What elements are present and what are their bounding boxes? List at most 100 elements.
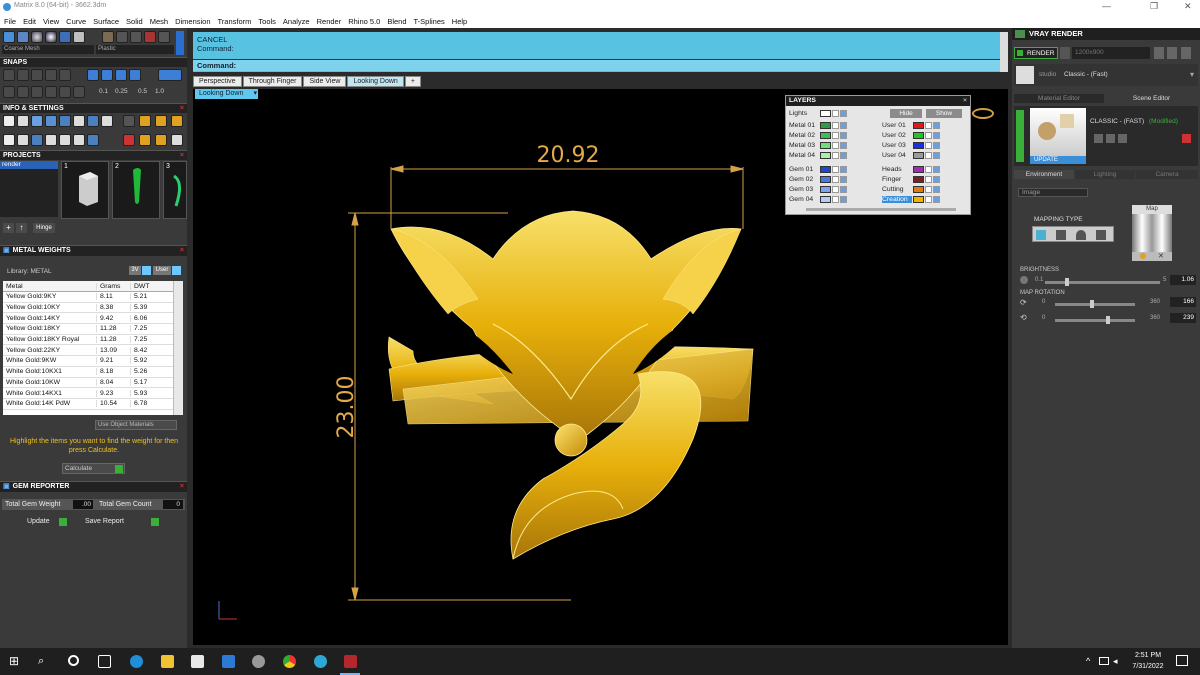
menu-dimension[interactable]: Dimension — [175, 17, 210, 26]
menu-view[interactable]: View — [43, 17, 59, 26]
layer-color-swatch[interactable] — [820, 196, 831, 203]
tab-material-editor[interactable]: Material Editor — [1014, 94, 1104, 103]
lock-icon[interactable] — [832, 132, 839, 139]
tab-through-finger[interactable]: Through Finger — [242, 76, 303, 87]
visible-icon[interactable] — [933, 176, 940, 183]
sphere-icon[interactable] — [31, 31, 43, 43]
save-icon[interactable] — [1106, 134, 1115, 143]
layer-color-swatch[interactable] — [913, 132, 924, 139]
task-view-icon[interactable] — [98, 655, 111, 668]
snap-project-icon[interactable] — [31, 86, 43, 98]
image-combo[interactable]: Image — [1018, 188, 1088, 197]
lock-icon[interactable] — [925, 176, 932, 183]
layer-color-swatch[interactable] — [913, 122, 924, 129]
visible-icon[interactable] — [840, 132, 847, 139]
menu-transform[interactable]: Transform — [218, 17, 252, 26]
ring-gizmo-icon[interactable] — [972, 108, 994, 119]
layer-row[interactable]: Metal 02 — [789, 131, 847, 140]
menu-tsplines[interactable]: T-Splines — [414, 17, 445, 26]
layer-color-swatch[interactable] — [913, 152, 924, 159]
lock-icon[interactable] — [925, 132, 932, 139]
hide-button[interactable]: Hide — [890, 109, 922, 118]
show-button[interactable]: Show — [926, 109, 962, 118]
notifications-icon[interactable] — [1176, 655, 1188, 666]
menu-file[interactable]: File — [4, 17, 16, 26]
resolution-combo[interactable]: 1200x900 — [1072, 47, 1150, 59]
delete-icon[interactable] — [1182, 134, 1191, 143]
layer-color-swatch[interactable] — [913, 186, 924, 193]
layer-color-swatch[interactable] — [820, 186, 831, 193]
menu-tools[interactable]: Tools — [258, 17, 276, 26]
lock-icon[interactable] — [925, 142, 932, 149]
report-icon[interactable] — [171, 115, 183, 127]
snap-end-icon[interactable] — [3, 69, 15, 81]
menu-solid[interactable]: Solid — [126, 17, 143, 26]
app-icon-1[interactable] — [252, 655, 265, 668]
mail-icon[interactable] — [222, 655, 235, 668]
save-report-button[interactable]: Save Report — [85, 518, 124, 525]
update-button[interactable]: UPDATE — [1030, 156, 1086, 164]
chrome-icon[interactable] — [283, 655, 296, 668]
snap-cen-icon[interactable] — [59, 69, 71, 81]
resolution-icon[interactable] — [1060, 47, 1070, 59]
lock-icon[interactable] — [832, 166, 839, 173]
snap-vertex-icon[interactable] — [17, 86, 29, 98]
layer-row[interactable]: Gem 01 — [789, 165, 847, 174]
brightness-slider[interactable] — [1045, 278, 1160, 286]
layer-row[interactable]: Gem 03 — [789, 185, 847, 194]
visible-icon[interactable] — [840, 152, 847, 159]
layer-row[interactable]: User 04 — [882, 151, 940, 160]
weight-icon[interactable] — [59, 115, 71, 127]
lib-user-toggle[interactable] — [172, 266, 181, 275]
visible-icon[interactable] — [840, 166, 847, 173]
add-tab-icon[interactable]: + — [404, 76, 421, 87]
tab-perspective[interactable]: Perspective — [193, 76, 242, 87]
measure-icon[interactable] — [3, 115, 15, 127]
snap-near-icon[interactable] — [17, 69, 29, 81]
store-icon[interactable] — [191, 655, 204, 668]
volume-icon[interactable] — [45, 115, 57, 127]
prev-icon[interactable] — [1154, 47, 1164, 59]
menu-render[interactable]: Render — [317, 17, 342, 26]
lock-icon[interactable] — [832, 110, 839, 117]
layer-color-swatch[interactable] — [913, 166, 924, 173]
settings-icon[interactable] — [1181, 47, 1191, 59]
close-icon[interactable]: ✕ — [1184, 1, 1192, 12]
lib-3v-button[interactable]: 3V — [129, 266, 141, 275]
gem-icon[interactable] — [144, 31, 156, 43]
hide-icon[interactable] — [87, 134, 99, 146]
projects-item[interactable]: render — [0, 161, 58, 169]
windows-start-icon[interactable]: ⊞ — [9, 655, 22, 668]
filter-icon[interactable] — [17, 134, 29, 146]
layer-row[interactable]: Cutting — [882, 185, 940, 194]
hinge-button[interactable]: Hinge — [33, 223, 55, 233]
table-row[interactable]: Yellow Gold:18KY 11.28 7.25 — [3, 324, 183, 335]
visible-icon[interactable] — [840, 176, 847, 183]
snap-mid-icon[interactable] — [45, 69, 57, 81]
history-icon[interactable] — [59, 134, 71, 146]
up-arrow-icon[interactable]: ↑ — [16, 223, 27, 233]
lock-icon[interactable] — [832, 176, 839, 183]
layer-row[interactable]: Heads — [882, 165, 940, 174]
layers-resize-handle[interactable] — [806, 208, 956, 211]
help-icon[interactable] — [171, 134, 183, 146]
tray-chevron-icon[interactable]: ^ — [1086, 656, 1090, 666]
clock-time[interactable]: 2:51 PM — [1131, 652, 1165, 659]
render-sphere-icon[interactable] — [45, 31, 57, 43]
layer-row[interactable]: Gem 04 — [789, 195, 847, 204]
visible-icon[interactable] — [933, 186, 940, 193]
snap-value-2[interactable]: 0.25 — [115, 88, 128, 95]
visible-icon[interactable] — [933, 152, 940, 159]
cortana-icon[interactable] — [68, 655, 79, 666]
layer-color-swatch[interactable] — [820, 132, 831, 139]
visible-icon[interactable] — [933, 166, 940, 173]
ghosted-icon[interactable] — [59, 31, 71, 43]
layer-color-swatch[interactable] — [913, 176, 924, 183]
snap-value-1[interactable]: 0.1 — [99, 88, 108, 95]
mapping-spherical-icon[interactable] — [1036, 230, 1046, 240]
layer-color-swatch[interactable] — [820, 142, 831, 149]
stop-icon[interactable] — [123, 134, 135, 146]
note-icon[interactable] — [101, 115, 113, 127]
tab-side-view[interactable]: Side View — [303, 76, 347, 87]
layer-row[interactable]: Gem 02 — [789, 175, 847, 184]
